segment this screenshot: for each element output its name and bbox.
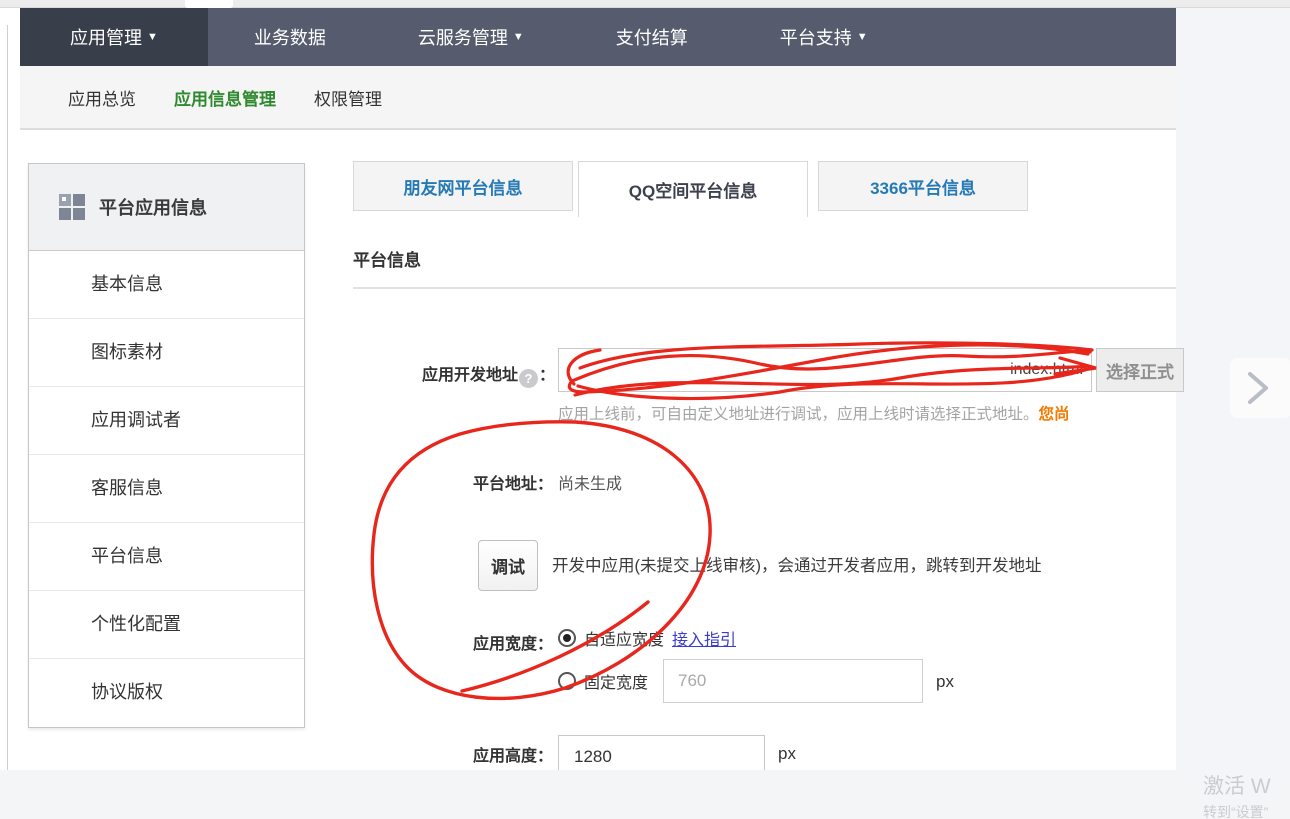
- grid-squares-icon: [59, 194, 85, 220]
- bottom-gray-strip: [0, 770, 1290, 819]
- sidebar-header: 平台应用信息: [29, 164, 304, 251]
- page: 应用管理 ▼ 业务数据 云服务管理 ▼ 支付结算 平台支持 ▼ 应用总览 应用信…: [0, 0, 1290, 819]
- dev-address-input[interactable]: index.html: [558, 348, 1092, 392]
- nav-item-label: 云服务管理: [417, 28, 508, 48]
- nav-item-cloud-service[interactable]: 云服务管理 ▼: [372, 8, 570, 66]
- tab-qzone-platform[interactable]: QQ空间平台信息: [578, 161, 808, 217]
- debug-description: 开发中应用(未提交上线审核)，会通过开发者应用，跳转到开发地址: [552, 557, 1042, 575]
- nav-item-label: 应用管理: [70, 28, 142, 48]
- section-title: 平台信息: [353, 251, 421, 270]
- dropdown-caret-icon: ▼: [856, 31, 868, 43]
- nav-item-business-data[interactable]: 业务数据: [208, 8, 372, 66]
- sub-navbar: 应用总览 应用信息管理 权限管理: [20, 66, 1176, 130]
- windows-activation-watermark: 激活 W 转到“设置”: [1203, 770, 1271, 819]
- sidebar-item-icon-assets[interactable]: 图标素材: [29, 319, 304, 387]
- browser-top-strip: [0, 0, 1290, 8]
- width-fixed-label: 固定宽度: [584, 675, 649, 692]
- sidebar-item-app-debuggers[interactable]: 应用调试者: [29, 387, 304, 455]
- subnav-item-permission-management[interactable]: 权限管理: [314, 85, 382, 110]
- sidebar-item-personalization[interactable]: 个性化配置: [29, 591, 304, 659]
- tab-3366-platform[interactable]: 3366平台信息: [818, 161, 1028, 211]
- main-content: 平台信息 应用开发地址?： index.html 选择正式 应用上线前，可自由定…: [353, 217, 1184, 779]
- choose-official-address-button[interactable]: 选择正式: [1096, 348, 1184, 392]
- sidebar-item-agreement-copyright[interactable]: 协议版权: [29, 659, 304, 727]
- width-auto-radio[interactable]: [558, 629, 576, 647]
- dev-address-label: 应用开发地址?：: [421, 367, 555, 388]
- nav-item-label: 业务数据: [253, 28, 326, 48]
- sidebar-item-support-info[interactable]: 客服信息: [29, 455, 304, 523]
- sidebar-item-platform-info[interactable]: 平台信息: [29, 523, 304, 591]
- help-icon[interactable]: ?: [518, 369, 538, 388]
- top-navbar: 应用管理 ▼ 业务数据 云服务管理 ▼ 支付结算 平台支持 ▼: [20, 8, 1176, 66]
- nav-item-label: 支付结算: [615, 28, 688, 48]
- fixed-width-input[interactable]: [663, 659, 923, 703]
- nav-item-app-management[interactable]: 应用管理 ▼: [20, 8, 208, 66]
- chevron-right-icon: [1248, 372, 1268, 404]
- dev-address-warning: 您尚: [1038, 406, 1070, 423]
- dev-address-url-fragment: index.html: [1010, 361, 1083, 378]
- browser-tab-remnant: [185, 0, 233, 8]
- nav-item-platform-support[interactable]: 平台支持 ▼: [734, 8, 914, 66]
- watermark-line2: 转到“设置”: [1203, 804, 1269, 819]
- window-edge-line: [7, 25, 8, 770]
- sidebar-title: 平台应用信息: [99, 198, 207, 218]
- sidebar: 平台应用信息 基本信息 图标素材 应用调试者 客服信息 平台信息 个性化配置 协…: [28, 163, 305, 728]
- debug-button[interactable]: 调试: [478, 540, 538, 591]
- platform-address-label: 平台地址：: [472, 476, 553, 493]
- platform-address-value: 尚未生成: [558, 476, 623, 493]
- nav-item-label: 平台支持: [779, 28, 852, 48]
- dev-address-hint: 应用上线前，可自由定义地址进行调试，应用上线时请选择正式地址。您尚: [558, 406, 1070, 423]
- width-fixed-radio[interactable]: [558, 672, 576, 690]
- width-auto-option: 自适应宽度 接入指引: [558, 626, 736, 650]
- expand-panel-button[interactable]: [1230, 358, 1290, 418]
- height-unit-label: px: [778, 744, 796, 763]
- platform-tabs: 朋友网平台信息 QQ空间平台信息 3366平台信息: [353, 161, 1176, 217]
- subnav-item-app-overview[interactable]: 应用总览: [68, 85, 136, 110]
- dropdown-caret-icon: ▼: [512, 31, 524, 43]
- integration-guide-link[interactable]: 接入指引: [672, 626, 736, 650]
- watermark-line1: 激活 W: [1203, 775, 1271, 798]
- app-height-label: 应用高度：: [472, 748, 553, 765]
- width-fixed-option: 固定宽度: [558, 669, 648, 693]
- section-divider: [353, 287, 1176, 289]
- width-unit-label: px: [936, 672, 954, 691]
- width-auto-label: 自适应宽度: [584, 632, 665, 649]
- subnav-item-app-info-management[interactable]: 应用信息管理: [174, 85, 276, 110]
- sidebar-item-basic-info[interactable]: 基本信息: [29, 251, 304, 319]
- nav-item-payment[interactable]: 支付结算: [570, 8, 734, 66]
- app-width-label: 应用宽度：: [472, 636, 553, 653]
- tab-pengyou-platform[interactable]: 朋友网平台信息: [353, 161, 573, 211]
- dropdown-caret-icon: ▼: [147, 31, 158, 43]
